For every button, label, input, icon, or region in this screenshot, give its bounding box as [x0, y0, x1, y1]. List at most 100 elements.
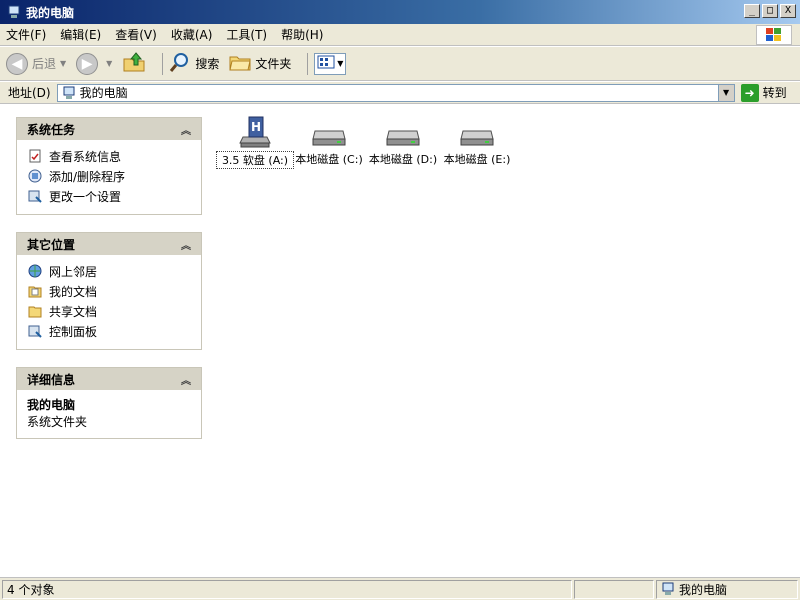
- back-dropdown-icon[interactable]: ▼: [60, 59, 66, 68]
- views-button[interactable]: ▼: [314, 52, 347, 75]
- place-label: 控制面板: [49, 324, 98, 339]
- task-pane: 系统任务 ︽ 查看系统信息 添加/删除程序 更改一个设置 其它位置 ︽ 网上邻居…: [0, 105, 210, 577]
- menu-bar: 文件(F) 编辑(E) 查看(V) 收藏(A) 工具(T) 帮助(H): [0, 24, 800, 46]
- place-my-documents[interactable]: 我的文档: [27, 281, 191, 301]
- toolbar-separator: [307, 52, 309, 75]
- details-header[interactable]: 详细信息 ︽: [17, 368, 201, 390]
- forward-dropdown-icon[interactable]: ▼: [106, 59, 112, 68]
- add-remove-programs-icon: [27, 168, 43, 184]
- hard-disk-icon: [290, 111, 368, 149]
- minimize-button[interactable]: _: [744, 4, 760, 18]
- system-tasks-title: 系统任务: [27, 122, 76, 137]
- network-icon: [27, 263, 43, 279]
- go-label: 转到: [762, 86, 787, 100]
- drive-label: 3.5 软盘 (A:): [216, 151, 294, 169]
- close-button[interactable]: X: [780, 4, 796, 18]
- folders-button[interactable]: 文件夹: [229, 52, 291, 75]
- go-arrow-icon: ➜: [740, 83, 759, 102]
- details-panel: 详细信息 ︽ 我的电脑 系统文件夹: [16, 367, 202, 439]
- status-location-pane: 我的电脑: [656, 579, 798, 599]
- details-description: 系统文件夹: [27, 415, 88, 429]
- task-label: 添加/删除程序: [49, 169, 126, 184]
- svg-text:H: H: [251, 120, 261, 134]
- menu-help[interactable]: 帮助(H): [281, 26, 323, 43]
- menu-favorites[interactable]: 收藏(A): [171, 26, 213, 43]
- place-label: 共享文档: [49, 304, 98, 319]
- address-input[interactable]: 我的电脑 ▼: [56, 83, 735, 102]
- place-control-panel[interactable]: 控制面板: [27, 321, 191, 341]
- system-info-icon: [27, 148, 43, 164]
- address-value: 我的电脑: [79, 86, 128, 100]
- status-bar: 4 个对象 我的电脑: [0, 577, 800, 600]
- drive-item-c[interactable]: 本地磁盘 (C:): [290, 111, 368, 167]
- forward-arrow-icon: ▶: [76, 52, 99, 75]
- drive-item-d[interactable]: 本地磁盘 (D:): [364, 111, 442, 167]
- search-icon: [169, 51, 191, 76]
- place-shared-documents[interactable]: 共享文档: [27, 301, 191, 321]
- computer-icon: [661, 582, 675, 596]
- collapse-icon[interactable]: ︽: [181, 372, 191, 387]
- back-label: 后退: [32, 57, 57, 71]
- search-button[interactable]: 搜索: [169, 51, 219, 76]
- drive-label: 本地磁盘 (C:): [295, 153, 363, 166]
- address-dropdown-icon[interactable]: ▼: [717, 84, 734, 101]
- floppy-drive-icon: H: [216, 111, 294, 149]
- system-tasks-panel: 系统任务 ︽ 查看系统信息 添加/删除程序 更改一个设置: [16, 117, 202, 215]
- back-arrow-icon: ◀: [6, 52, 28, 75]
- toolbar: ◀ 后退 ▼ ▶ ▼ 搜索 文件夹 ▼: [0, 47, 800, 81]
- status-object-count: 4 个对象: [2, 579, 572, 599]
- drive-label: 本地磁盘 (E:): [443, 153, 511, 166]
- up-folder-button[interactable]: [122, 51, 146, 76]
- menu-file[interactable]: 文件(F): [6, 26, 46, 43]
- views-dropdown-icon: ▼: [337, 59, 344, 68]
- toolbar-separator: [162, 52, 164, 75]
- place-network[interactable]: 网上邻居: [27, 261, 191, 281]
- computer-icon: [6, 4, 22, 20]
- drive-label: 本地磁盘 (D:): [368, 153, 438, 166]
- drive-item-a[interactable]: H 3.5 软盘 (A:): [216, 111, 294, 169]
- control-panel-icon: [27, 188, 43, 204]
- windows-logo-icon: [756, 25, 792, 45]
- place-label: 我的文档: [49, 284, 98, 299]
- task-change-setting[interactable]: 更改一个设置: [27, 186, 191, 206]
- task-label: 更改一个设置: [49, 189, 122, 204]
- drive-item-e[interactable]: 本地磁盘 (E:): [438, 111, 516, 167]
- menu-tools[interactable]: 工具(T): [226, 26, 267, 43]
- back-button[interactable]: ◀ 后退 ▼: [6, 52, 66, 75]
- details-name: 我的电脑: [27, 398, 76, 412]
- control-panel-icon: [27, 323, 43, 339]
- up-folder-icon: [122, 51, 146, 76]
- task-add-remove-programs[interactable]: 添加/删除程序: [27, 166, 191, 186]
- menu-edit[interactable]: 编辑(E): [60, 26, 101, 43]
- hard-disk-icon: [364, 111, 442, 149]
- status-middle-pane: [574, 579, 654, 599]
- window-title: 我的电脑: [26, 5, 75, 20]
- computer-icon: [62, 86, 76, 100]
- other-places-header[interactable]: 其它位置 ︽: [17, 233, 201, 255]
- forward-button[interactable]: ▶ ▼: [76, 52, 112, 75]
- collapse-icon[interactable]: ︽: [181, 237, 191, 252]
- shared-folder-icon: [27, 303, 43, 319]
- menu-view[interactable]: 查看(V): [115, 26, 157, 43]
- task-label: 查看系统信息: [49, 149, 122, 164]
- title-bar: 我的电脑 _ □ X: [0, 0, 800, 24]
- collapse-icon[interactable]: ︽: [181, 122, 191, 137]
- other-places-title: 其它位置: [27, 237, 76, 252]
- folder-icon: [229, 52, 251, 75]
- system-tasks-header[interactable]: 系统任务 ︽: [17, 118, 201, 140]
- file-view: H 3.5 软盘 (A:) 本地磁盘 (C:) 本地磁盘 (D:) 本地磁盘 (…: [210, 105, 800, 577]
- maximize-button[interactable]: □: [762, 4, 778, 18]
- other-places-panel: 其它位置 ︽ 网上邻居 我的文档 共享文档 控制面板: [16, 232, 202, 350]
- address-bar: 地址(D) 我的电脑 ▼ ➜ 转到: [0, 82, 800, 104]
- view-grid-icon: [317, 55, 335, 72]
- status-location: 我的电脑: [679, 582, 728, 597]
- details-title: 详细信息: [27, 372, 76, 387]
- folders-label: 文件夹: [255, 57, 292, 71]
- go-button[interactable]: ➜ 转到: [740, 83, 787, 102]
- search-label: 搜索: [195, 57, 220, 71]
- my-documents-icon: [27, 283, 43, 299]
- place-label: 网上邻居: [49, 264, 98, 279]
- address-label: 地址(D): [8, 86, 51, 100]
- task-view-system-info[interactable]: 查看系统信息: [27, 146, 191, 166]
- hard-disk-icon: [438, 111, 516, 149]
